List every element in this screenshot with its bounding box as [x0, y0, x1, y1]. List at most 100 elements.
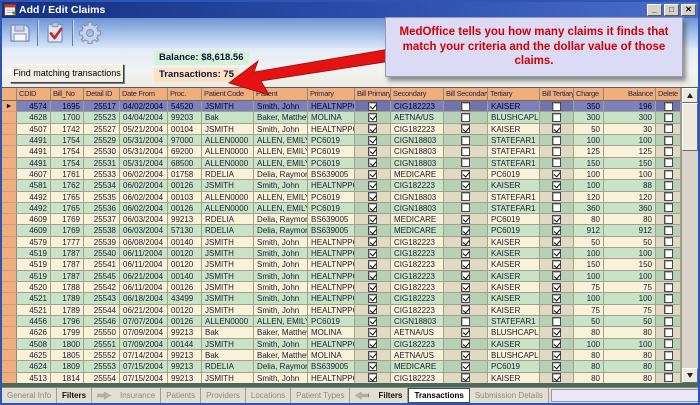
bill_primary-checkbox[interactable]	[368, 226, 377, 235]
cell-bill_primary[interactable]	[355, 112, 391, 123]
claim-row[interactable]: 462518052555207/14/200499213BakBaker, Ma…	[2, 350, 681, 361]
claim-row[interactable]: 457917772553906/08/200400140JSMITHSmith,…	[2, 237, 681, 248]
tab-general-info[interactable]: General Info	[2, 388, 57, 403]
cell-delete[interactable]	[656, 124, 681, 135]
cell-bill_tertiary[interactable]	[540, 158, 574, 169]
bill_primary-checkbox[interactable]	[368, 351, 377, 360]
claim-row[interactable]: 445617962554607/07/200400126ALLEN0000ALL…	[2, 316, 681, 327]
tab-locations[interactable]: Locations	[246, 388, 291, 403]
bill_primary-checkbox[interactable]	[368, 170, 377, 179]
row-selector[interactable]	[2, 271, 17, 282]
bill_tertiary-checkbox[interactable]	[552, 113, 561, 122]
bill_primary-checkbox[interactable]	[368, 203, 377, 212]
bill_primary-checkbox[interactable]	[368, 181, 377, 190]
cell-bill_secondary[interactable]	[444, 373, 488, 384]
delete-checkbox[interactable]	[664, 351, 673, 360]
delete-checkbox[interactable]	[664, 226, 673, 235]
claim-row[interactable]: 462418092555307/15/200499213RDELIADelia,…	[2, 361, 681, 372]
cell-bill_primary[interactable]	[355, 124, 391, 135]
bill_tertiary-checkbox[interactable]	[552, 351, 561, 360]
cell-bill_secondary[interactable]	[444, 192, 488, 203]
bill_secondary-checkbox[interactable]	[461, 181, 470, 190]
cell-bill_tertiary[interactable]	[540, 192, 574, 203]
bill_tertiary-checkbox[interactable]	[552, 317, 561, 326]
scrollbar-track[interactable]	[682, 151, 698, 368]
cell-bill_tertiary[interactable]	[540, 135, 574, 146]
row-selector[interactable]	[2, 169, 17, 180]
cell-bill_secondary[interactable]	[444, 158, 488, 169]
bill_primary-checkbox[interactable]	[368, 271, 377, 280]
cell-bill_tertiary[interactable]	[540, 180, 574, 191]
cell-bill_primary[interactable]	[355, 339, 391, 350]
bill_secondary-checkbox[interactable]	[461, 170, 470, 179]
cell-delete[interactable]	[656, 146, 681, 157]
bill_secondary-checkbox[interactable]	[461, 203, 470, 212]
column-header-secondary[interactable]: Secondary	[391, 88, 444, 101]
cell-bill_tertiary[interactable]	[540, 124, 574, 135]
delete-checkbox[interactable]	[664, 362, 673, 371]
cell-bill_primary[interactable]	[355, 282, 391, 293]
cell-bill_primary[interactable]	[355, 225, 391, 236]
delete-checkbox[interactable]	[664, 203, 673, 212]
bill_primary-checkbox[interactable]	[368, 260, 377, 269]
delete-checkbox[interactable]	[664, 102, 673, 111]
cell-delete[interactable]	[656, 339, 681, 350]
cell-bill_tertiary[interactable]	[540, 112, 574, 123]
bill_secondary-checkbox[interactable]	[461, 215, 470, 224]
row-selector[interactable]	[2, 180, 17, 191]
cell-delete[interactable]	[656, 373, 681, 384]
claim-row[interactable]: 449117542553005/31/200469200ALLEN0000ALL…	[2, 146, 681, 157]
bill_primary-checkbox[interactable]	[368, 147, 377, 156]
scrollbar-thumb[interactable]	[682, 103, 698, 151]
cell-bill_primary[interactable]	[355, 361, 391, 372]
tab-patients[interactable]: Patients	[161, 388, 201, 403]
row-selector[interactable]	[2, 350, 17, 361]
delete-checkbox[interactable]	[664, 317, 673, 326]
claim-row[interactable]: 460717612553306/02/200401758RDELIADelia,…	[2, 169, 681, 180]
claim-row[interactable]: 449117542552905/31/200497000ALLEN0000ALL…	[2, 135, 681, 146]
column-header-proc[interactable]: Proc.	[168, 88, 202, 101]
bill_primary-checkbox[interactable]	[368, 339, 377, 348]
claim-row[interactable]: 460917692553806/03/200457130RDELIADelia,…	[2, 225, 681, 236]
bill_secondary-checkbox[interactable]	[461, 351, 470, 360]
column-header-bill_no[interactable]: Bill_No	[51, 88, 84, 101]
cell-bill_secondary[interactable]	[444, 180, 488, 191]
bill_primary-checkbox[interactable]	[368, 158, 377, 167]
delete-checkbox[interactable]	[664, 305, 673, 314]
delete-checkbox[interactable]	[664, 113, 673, 122]
row-selector[interactable]	[2, 214, 17, 225]
bill_tertiary-checkbox[interactable]	[552, 124, 561, 133]
cell-delete[interactable]	[656, 225, 681, 236]
delete-checkbox[interactable]	[664, 339, 673, 348]
row-selector[interactable]	[2, 339, 17, 350]
cell-bill_primary[interactable]	[355, 316, 391, 327]
column-header-bill_secondary[interactable]: Bill Secondary	[444, 88, 488, 101]
cell-delete[interactable]	[656, 135, 681, 146]
cell-delete[interactable]	[656, 112, 681, 123]
bill_primary-checkbox[interactable]	[368, 283, 377, 292]
bill_primary-checkbox[interactable]	[368, 102, 377, 111]
bill_tertiary-checkbox[interactable]	[552, 237, 561, 246]
cell-bill_secondary[interactable]	[444, 203, 488, 214]
claim-row[interactable]: ►457416952551704/02/200454520JSMITHSmith…	[2, 101, 681, 112]
delete-checkbox[interactable]	[664, 373, 673, 382]
vertical-scrollbar[interactable]	[681, 88, 698, 383]
close-button[interactable]: ✕	[681, 4, 696, 16]
scroll-down-button[interactable]	[682, 368, 698, 383]
delete-checkbox[interactable]	[664, 170, 673, 179]
cell-bill_secondary[interactable]	[444, 361, 488, 372]
bill_secondary-checkbox[interactable]	[461, 113, 470, 122]
column-header-patient[interactable]: Patient	[254, 88, 308, 101]
bill_primary-checkbox[interactable]	[368, 136, 377, 145]
bill_primary-checkbox[interactable]	[368, 215, 377, 224]
tab-patient-types[interactable]: Patient Types	[291, 388, 350, 403]
bill_primary-checkbox[interactable]	[368, 192, 377, 201]
cell-bill_primary[interactable]	[355, 293, 391, 304]
maximize-button[interactable]: □	[664, 4, 679, 16]
bill_secondary-checkbox[interactable]	[461, 237, 470, 246]
bill_tertiary-checkbox[interactable]	[552, 283, 561, 292]
tab-filters[interactable]: Filters	[57, 388, 92, 403]
cell-delete[interactable]	[656, 203, 681, 214]
cell-bill_secondary[interactable]	[444, 169, 488, 180]
cell-bill_secondary[interactable]	[444, 101, 488, 112]
